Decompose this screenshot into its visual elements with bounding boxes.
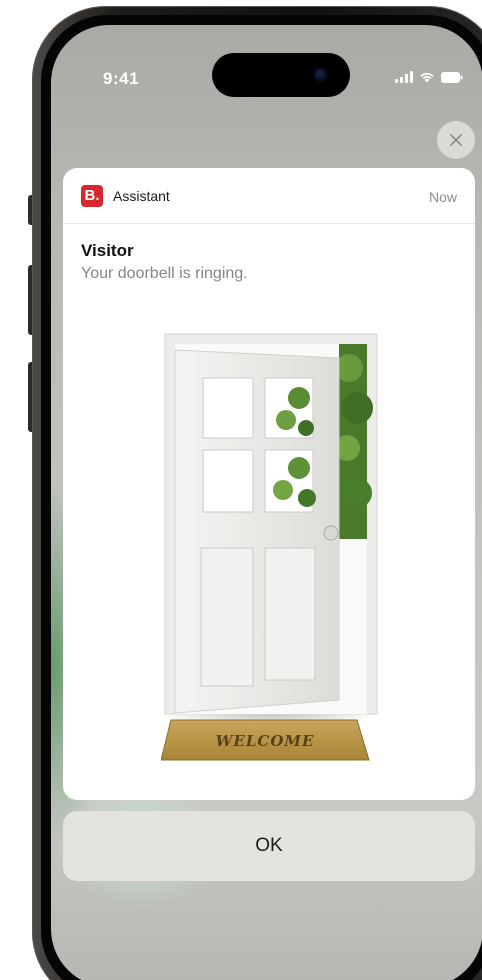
notification-body: Your doorbell is ringing.: [81, 265, 248, 282]
notification-timestamp: Now: [428, 189, 457, 205]
close-button[interactable]: [437, 121, 475, 159]
app-name: Assistant: [113, 187, 170, 204]
ok-button[interactable]: OK: [63, 811, 475, 881]
close-icon: [450, 134, 462, 146]
notification-card[interactable]: B. Assistant Now Visitor Your doorbell i…: [63, 168, 475, 800]
phone-bezel: 9:41 B. Assistant Now Visitor Your doorb…: [41, 15, 482, 980]
open-door-illustration: WELCOME: [161, 333, 381, 761]
phone-frame: 9:41 B. Assistant Now Visitor Your doorb…: [32, 6, 482, 980]
status-time: 9:41: [103, 69, 140, 88]
dynamic-island: [212, 53, 350, 97]
front-camera-icon: [314, 68, 328, 82]
notification-title: Visitor: [81, 241, 134, 260]
cellular-signal-icon: [395, 71, 413, 83]
mat-welcome-text: WELCOME: [216, 732, 315, 750]
app-icon: B.: [81, 184, 103, 207]
battery-icon: [441, 71, 463, 83]
phone-mockup-stage: 9:41 B. Assistant Now Visitor Your doorb…: [0, 0, 482, 980]
wifi-icon: [419, 71, 435, 83]
notification-header: B. Assistant Now: [63, 168, 475, 224]
status-icons: [395, 71, 463, 83]
lock-screen: 9:41 B. Assistant Now Visitor Your doorb…: [51, 25, 482, 980]
